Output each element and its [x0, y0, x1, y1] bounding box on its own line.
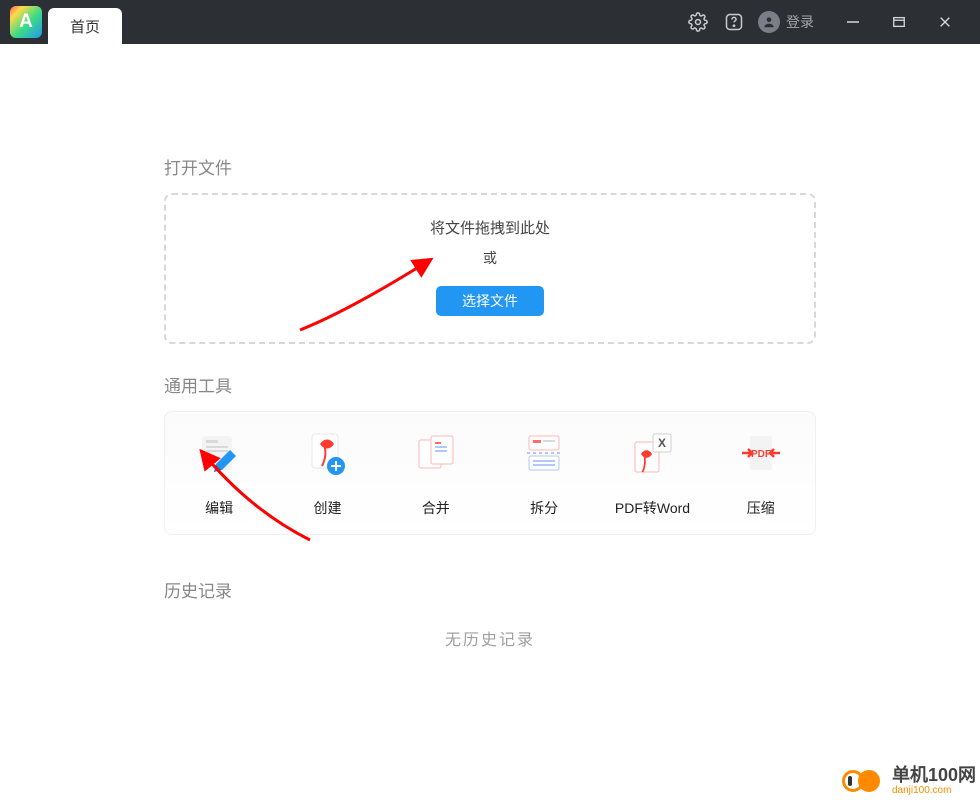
app-logo-letter: A [19, 11, 33, 33]
settings-button[interactable] [680, 4, 716, 40]
minimize-icon [845, 14, 861, 30]
tab-home[interactable]: 首页 [48, 8, 122, 44]
tools-label: 通用工具 [164, 372, 816, 397]
watermark: 单机100网 danji100.com [842, 766, 976, 796]
maximize-icon [892, 15, 906, 29]
history-label: 历史记录 [164, 577, 816, 602]
question-icon [724, 12, 744, 32]
window-maximize-button[interactable] [876, 4, 922, 40]
window-close-button[interactable] [922, 4, 968, 40]
watermark-domain: danji100.com [892, 786, 976, 796]
window-minimize-button[interactable] [830, 4, 876, 40]
open-file-label: 打开文件 [164, 154, 816, 179]
watermark-name: 单机100网 [892, 766, 976, 784]
tool-label: 合并 [422, 498, 450, 518]
svg-text:X: X [658, 436, 666, 450]
tool-label: 创建 [313, 498, 341, 518]
tool-merge[interactable]: 合并 [382, 430, 490, 518]
select-file-button[interactable]: 选择文件 [436, 286, 544, 316]
dropzone-text: 将文件拖拽到此处 [166, 217, 814, 238]
tool-label: 拆分 [530, 498, 558, 518]
compress-icon: PDF [738, 430, 784, 476]
tool-split[interactable]: 拆分 [490, 430, 598, 518]
close-icon [938, 15, 952, 29]
gear-icon [688, 12, 708, 32]
tool-label: 编辑 [205, 498, 233, 518]
select-file-button-label: 选择文件 [462, 293, 518, 309]
tool-label: 压缩 [747, 498, 775, 518]
no-history-text: 无历史记录 [164, 626, 816, 650]
login-button[interactable]: 登录 [758, 11, 814, 33]
tool-pdf-to-word[interactable]: X PDF转Word [598, 430, 706, 518]
tab-label: 首页 [70, 16, 100, 37]
help-button[interactable] [716, 4, 752, 40]
tool-label: PDF转Word [615, 498, 690, 518]
tool-edit[interactable]: 编辑 [165, 430, 273, 518]
user-avatar-icon [758, 11, 780, 33]
main-content: 打开文件 将文件拖拽到此处 或 选择文件 通用工具 编辑 [0, 44, 980, 650]
create-icon [304, 430, 350, 476]
merge-icon [413, 430, 459, 476]
tool-compress[interactable]: PDF 压缩 [707, 430, 815, 518]
dropzone-or-text: 或 [166, 248, 814, 268]
split-icon [521, 430, 567, 476]
tool-create[interactable]: 创建 [273, 430, 381, 518]
login-label: 登录 [786, 12, 814, 32]
svg-text:PDF: PDF [751, 449, 771, 460]
titlebar: A 首页 登录 [0, 0, 980, 44]
app-logo-icon: A [10, 6, 42, 38]
edit-icon [196, 430, 242, 476]
tools-row: 编辑 创建 合并 [164, 411, 816, 535]
watermark-logo-icon [842, 767, 886, 795]
file-dropzone[interactable]: 将文件拖拽到此处 或 选择文件 [164, 193, 816, 344]
pdf-to-word-icon: X [629, 430, 675, 476]
